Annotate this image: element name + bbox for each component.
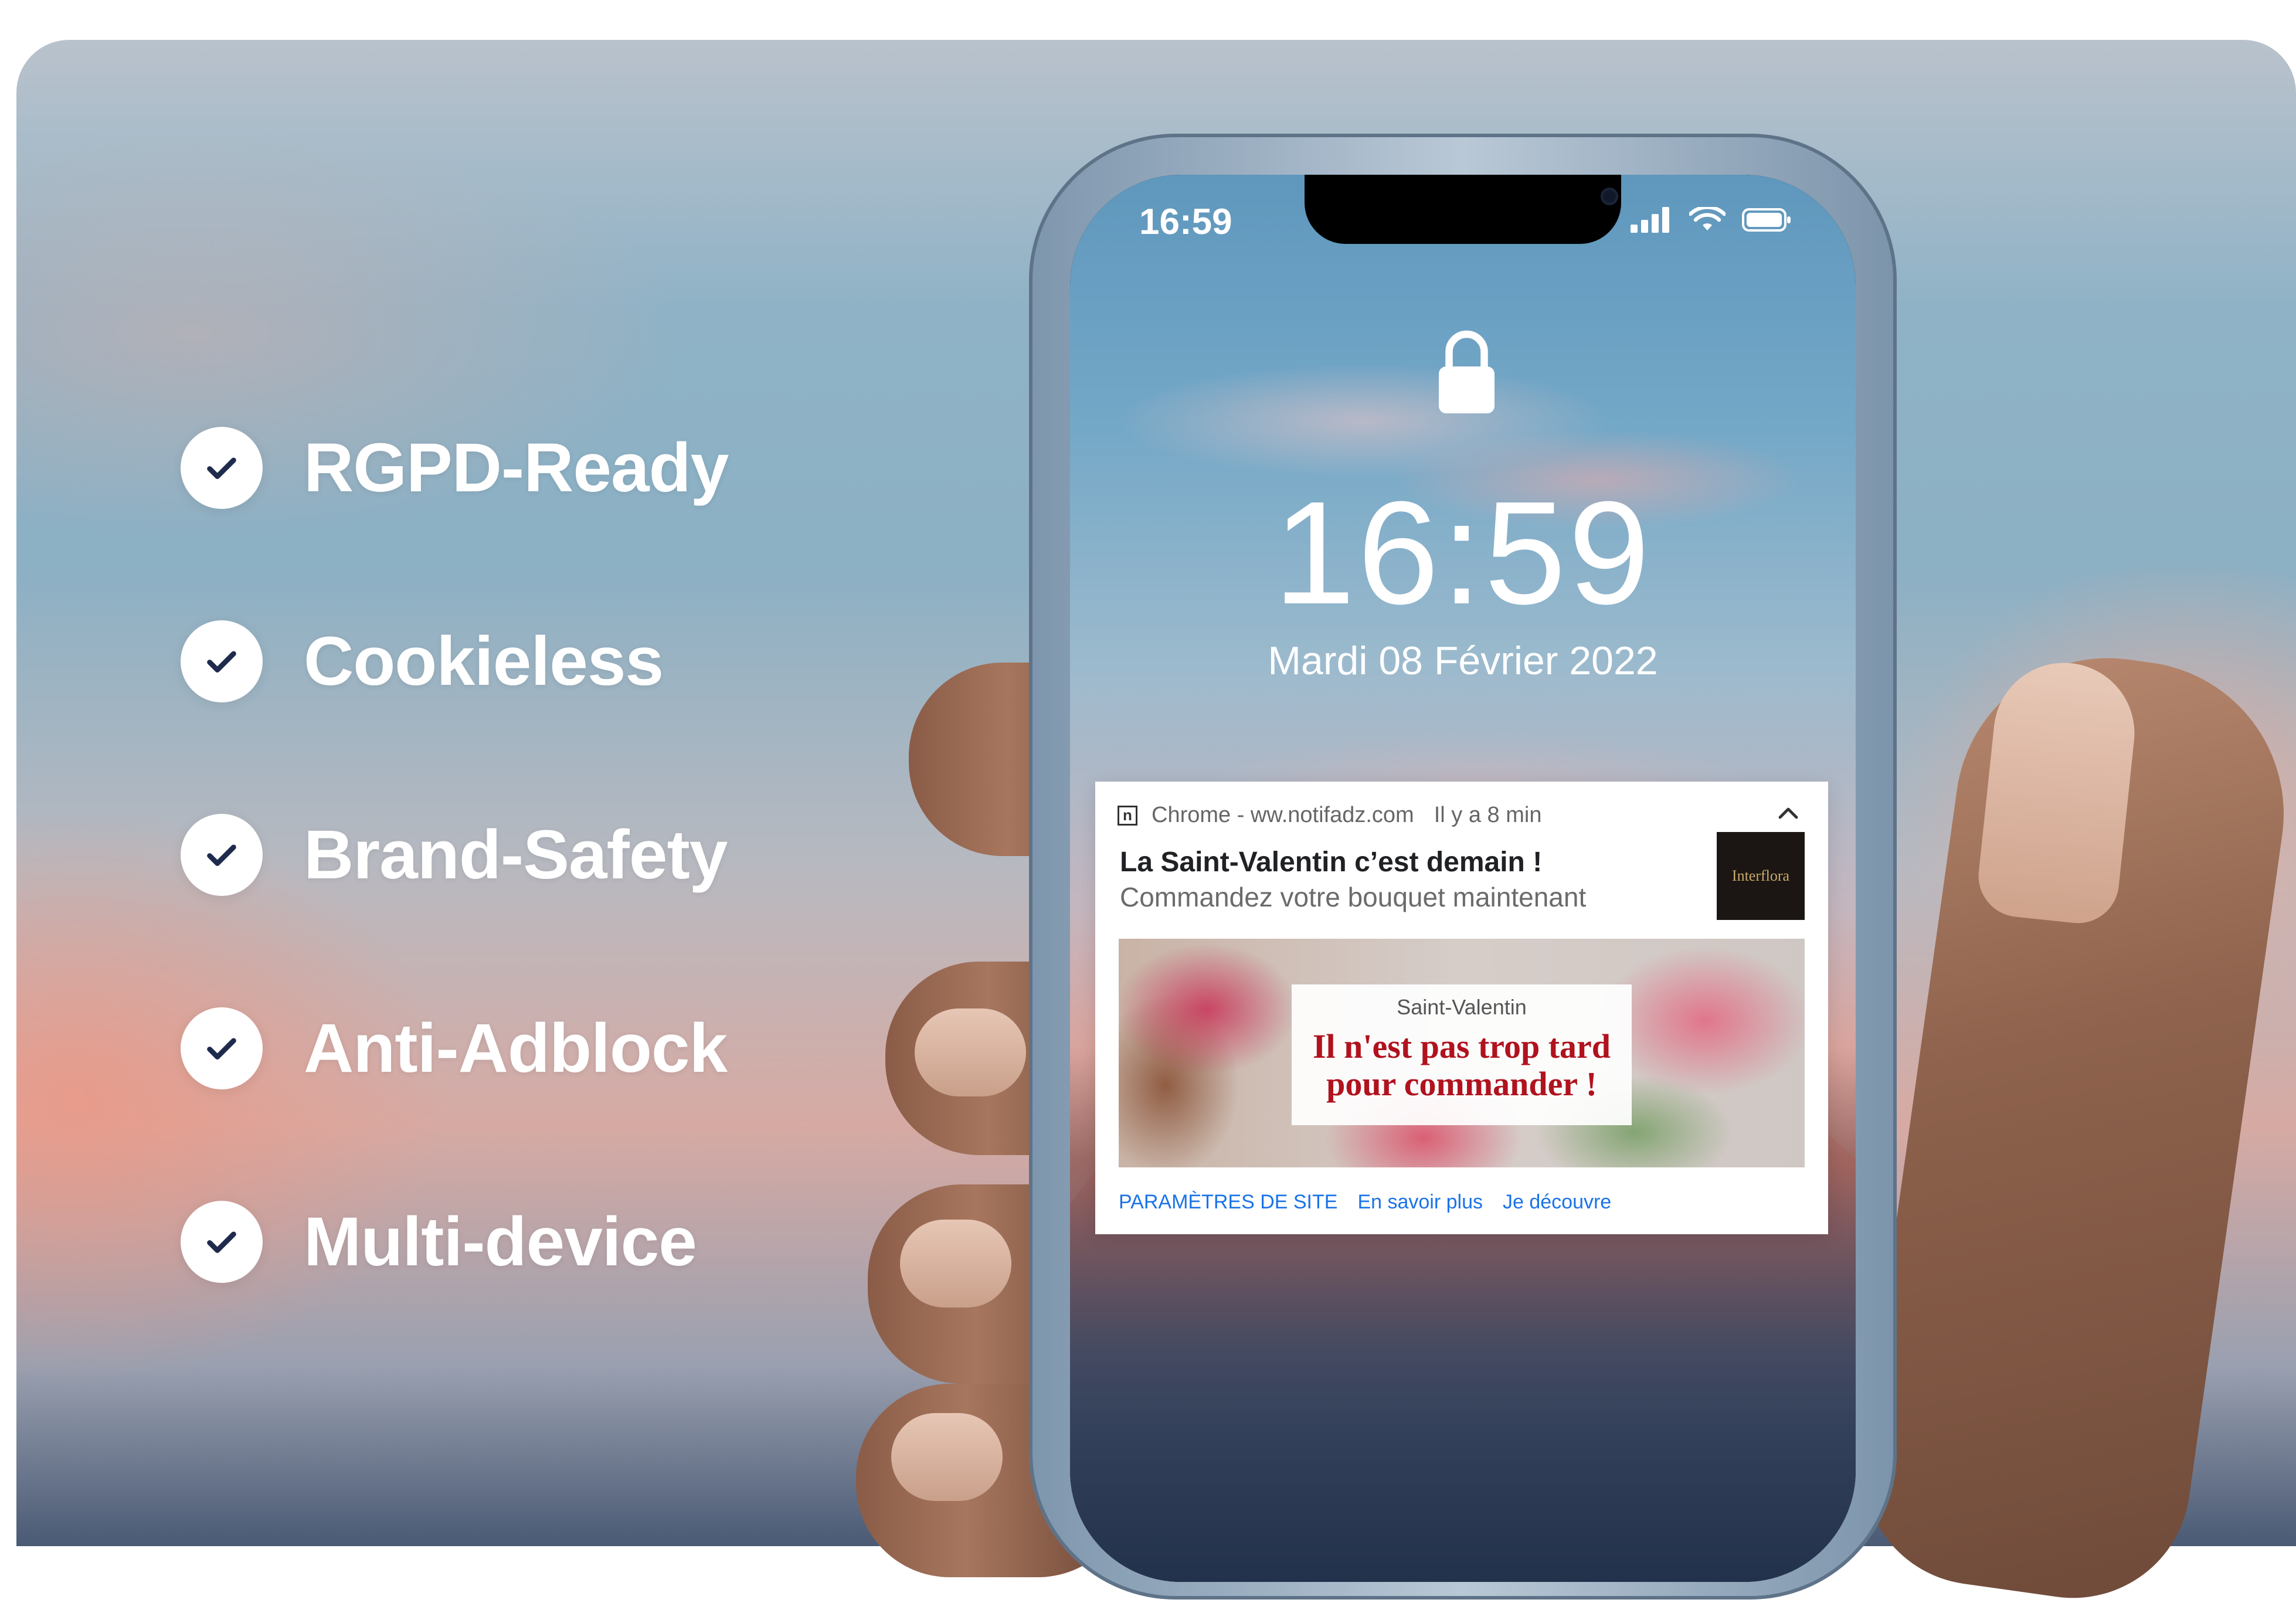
lock-screen-date: Mardi 08 Février 2022 xyxy=(1268,639,1658,683)
notification-source: Chrome - ww.notifadz.com xyxy=(1152,803,1414,827)
lock-icon xyxy=(1439,330,1495,413)
banner-headline: Il n'est pas trop tard pour commander ! xyxy=(1292,1028,1632,1103)
notification-body: Commandez votre bouquet maintenant xyxy=(1120,882,1587,912)
camera-icon xyxy=(1601,188,1618,205)
feature-label: RGPD-Ready xyxy=(304,429,729,507)
notification-time: Il y a 8 min xyxy=(1434,803,1542,827)
banner-subtitle: Saint-Valentin xyxy=(1397,995,1527,1019)
check-icon xyxy=(181,814,263,896)
lock-screen-clock: 16:59 xyxy=(1273,471,1652,634)
feature-list: RGPD-Ready Cookieless Brand-Safety Anti-… xyxy=(181,427,729,1394)
feature-item: Anti-Adblock xyxy=(181,1007,728,1089)
finger-nail xyxy=(900,1220,1011,1308)
phone-notch xyxy=(1305,175,1621,244)
feature-item: Multi-device xyxy=(181,1201,728,1283)
feature-label: Brand-Safety xyxy=(304,816,728,894)
signal-icon xyxy=(1631,207,1669,233)
feature-item: Brand-Safety xyxy=(181,814,728,896)
finger-nail xyxy=(891,1413,1003,1501)
feature-label: Cookieless xyxy=(304,623,664,700)
feature-item: Cookieless xyxy=(181,620,728,702)
check-icon xyxy=(181,1201,263,1283)
banner-headline-line2: pour commander ! xyxy=(1326,1065,1597,1103)
interflora-logo: Interflora xyxy=(1717,832,1805,920)
check-icon xyxy=(181,427,263,509)
notification-banner-image[interactable]: Saint-Valentin Il n'est pas trop tard po… xyxy=(1119,939,1805,1167)
feature-item: RGPD-Ready xyxy=(181,427,729,509)
wifi-icon xyxy=(1689,207,1726,230)
status-bar-icons xyxy=(1631,207,1791,233)
banner-textbox: Saint-Valentin Il n'est pas trop tard po… xyxy=(1292,984,1632,1125)
finger-nail xyxy=(915,1008,1026,1096)
status-bar-time: 16:59 xyxy=(1139,202,1232,242)
check-icon xyxy=(181,1007,263,1089)
notification-header: n Chrome - ww.notifadz.com Il y a 8 min xyxy=(1118,803,1541,828)
site-settings-button[interactable]: PARAMÈTRES DE SITE xyxy=(1119,1191,1337,1214)
feature-label: Multi-device xyxy=(304,1203,697,1281)
banner-headline-line1: Il n'est pas trop tard xyxy=(1312,1027,1611,1065)
notification-title: La Saint-Valentin c’est demain ! xyxy=(1120,847,1543,878)
battery-icon xyxy=(1742,208,1791,232)
check-icon xyxy=(181,620,263,702)
notifadz-app-icon: n xyxy=(1118,805,1137,826)
notification-actions: PARAMÈTRES DE SITE En savoir plus Je déc… xyxy=(1119,1191,1611,1214)
learn-more-button[interactable]: En savoir plus xyxy=(1357,1191,1483,1214)
collapse-chevron-up-icon[interactable] xyxy=(1778,799,1799,826)
push-notification[interactable]: n Chrome - ww.notifadz.com Il y a 8 min … xyxy=(1095,782,1828,1234)
discover-button[interactable]: Je découvre xyxy=(1503,1191,1611,1214)
feature-label: Anti-Adblock xyxy=(304,1010,728,1087)
